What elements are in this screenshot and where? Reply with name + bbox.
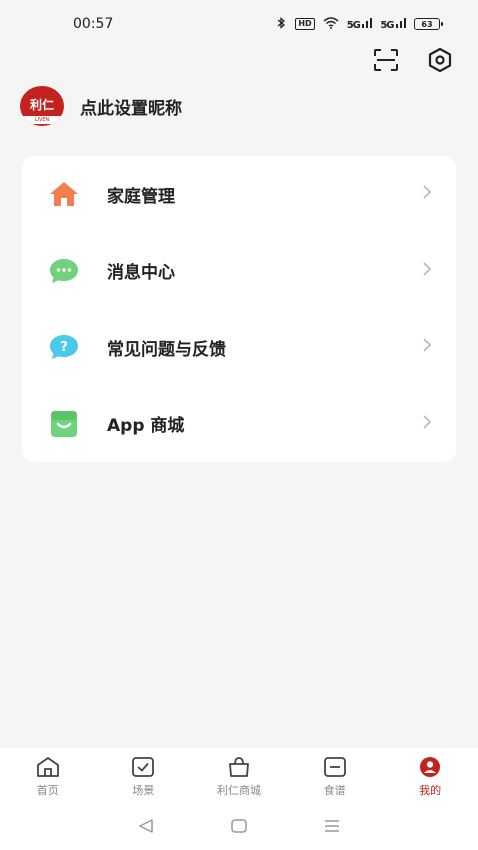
tab-recipes[interactable]: 食谱: [290, 756, 380, 798]
profile-icon: [420, 757, 441, 777]
tab-label: 首页: [36, 784, 59, 797]
menu-item-label: App 商城: [107, 416, 185, 437]
menu-item-faq-feedback[interactable]: ? 常见问题与反馈: [22, 309, 456, 386]
bottom-tab-bar: 首页 场景 利仁商城 食谱 我的: [0, 748, 478, 806]
message-icon: [48, 255, 80, 287]
logo-subtext: LIVEN: [20, 116, 64, 124]
wifi-icon: [323, 16, 339, 32]
back-icon[interactable]: [137, 818, 155, 838]
question-icon: ?: [48, 331, 80, 363]
tab-liren-mall[interactable]: 利仁商城: [194, 756, 284, 798]
tab-mine[interactable]: 我的: [385, 756, 475, 798]
home-icon: [48, 178, 80, 210]
menu-item-family-management[interactable]: 家庭管理: [22, 156, 456, 233]
menu-item-label: 常见问题与反馈: [107, 339, 226, 360]
signal-bars-icon: [362, 17, 373, 28]
tab-label: 我的: [419, 784, 442, 797]
shop-icon: [48, 408, 80, 440]
hd-badge: HD: [295, 18, 315, 30]
settings-icon[interactable]: [426, 46, 454, 74]
status-icons: HD 5G 5G 63: [275, 16, 443, 32]
chevron-right-icon: [422, 184, 432, 204]
tab-home[interactable]: 首页: [3, 756, 93, 798]
signal-1-label: 5G: [346, 19, 361, 31]
scene-check-icon: [132, 757, 155, 777]
tab-scene[interactable]: 场景: [98, 756, 188, 798]
menu-card: 家庭管理 消息中心 ? 常见问题与反馈 App 商城: [22, 156, 456, 462]
status-bar: 00:57 HD 5G 5G 63: [0, 0, 478, 48]
menu-item-app-store[interactable]: App 商城: [22, 386, 456, 463]
menu-item-label: 家庭管理: [107, 186, 175, 207]
battery-icon: 63: [414, 18, 443, 30]
home-button-icon[interactable]: [230, 818, 248, 838]
signal-bars-icon: [396, 17, 406, 28]
bluetooth-icon: [275, 16, 287, 32]
logo-text: 利仁: [29, 97, 54, 112]
top-actions: [372, 46, 454, 74]
signal-1: 5G: [346, 17, 373, 31]
chevron-right-icon: [422, 414, 432, 434]
menu-item-label: 消息中心: [107, 263, 175, 284]
tab-label: 场景: [132, 784, 155, 797]
battery-level: 63: [421, 19, 433, 29]
svg-text:?: ?: [60, 340, 68, 355]
recipe-icon: [323, 757, 346, 777]
system-navigation-bar: [0, 806, 478, 850]
chevron-right-icon: [422, 261, 432, 281]
tab-label: 利仁商城: [216, 784, 261, 797]
profile-header[interactable]: 利仁 LIVEN 点此设置昵称: [20, 86, 182, 126]
signal-2: 5G: [380, 17, 406, 31]
brand-logo-avatar[interactable]: 利仁 LIVEN: [20, 86, 64, 126]
signal-2-label: 5G: [380, 19, 394, 31]
tab-label: 食谱: [323, 784, 346, 797]
shopping-bag-icon: [229, 757, 249, 777]
menu-item-message-center[interactable]: 消息中心: [22, 233, 456, 310]
recent-apps-icon[interactable]: [323, 818, 341, 838]
set-nickname-link[interactable]: 点此设置昵称: [80, 94, 182, 119]
status-time: 00:57: [73, 16, 114, 32]
scan-icon[interactable]: [372, 46, 400, 74]
home-outline-icon: [36, 757, 59, 777]
chevron-right-icon: [422, 337, 432, 357]
